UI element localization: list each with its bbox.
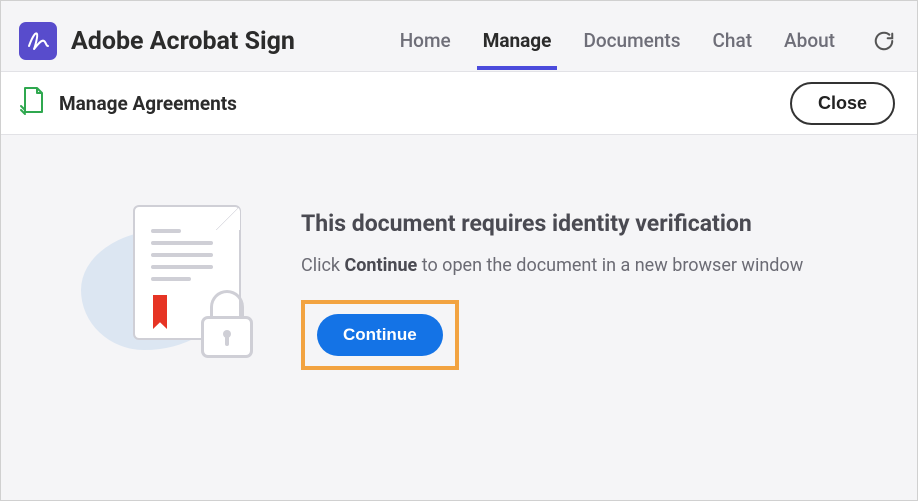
nav-manage[interactable]: Manage (481, 13, 554, 70)
verification-message: This document requires identity verifica… (301, 210, 887, 370)
lock-icon (201, 290, 253, 355)
continue-button[interactable]: Continue (317, 314, 443, 356)
primary-nav: Home Manage Documents Chat About (398, 13, 895, 70)
nav-documents[interactable]: Documents (581, 13, 682, 70)
agreements-icon (19, 86, 45, 120)
nav-home[interactable]: Home (398, 13, 453, 70)
message-body: Click Continue to open the document in a… (301, 255, 887, 276)
continue-highlight: Continue (301, 300, 459, 370)
app-title: Adobe Acrobat Sign (71, 27, 295, 56)
brand: Adobe Acrobat Sign (19, 22, 295, 60)
sub-header: Manage Agreements Close (1, 71, 917, 135)
ribbon-icon (153, 295, 167, 329)
refresh-icon[interactable] (873, 30, 895, 52)
nav-about[interactable]: About (782, 13, 837, 70)
top-bar: Adobe Acrobat Sign Home Manage Documents… (1, 1, 917, 71)
subheader-title: Manage Agreements (59, 92, 237, 115)
main-content: This document requires identity verifica… (1, 135, 917, 415)
adobe-acrobat-sign-logo-icon (19, 22, 57, 60)
nav-chat[interactable]: Chat (711, 13, 755, 70)
close-button[interactable]: Close (790, 82, 895, 125)
locked-document-illustration (81, 195, 271, 385)
message-heading: This document requires identity verifica… (301, 210, 887, 237)
